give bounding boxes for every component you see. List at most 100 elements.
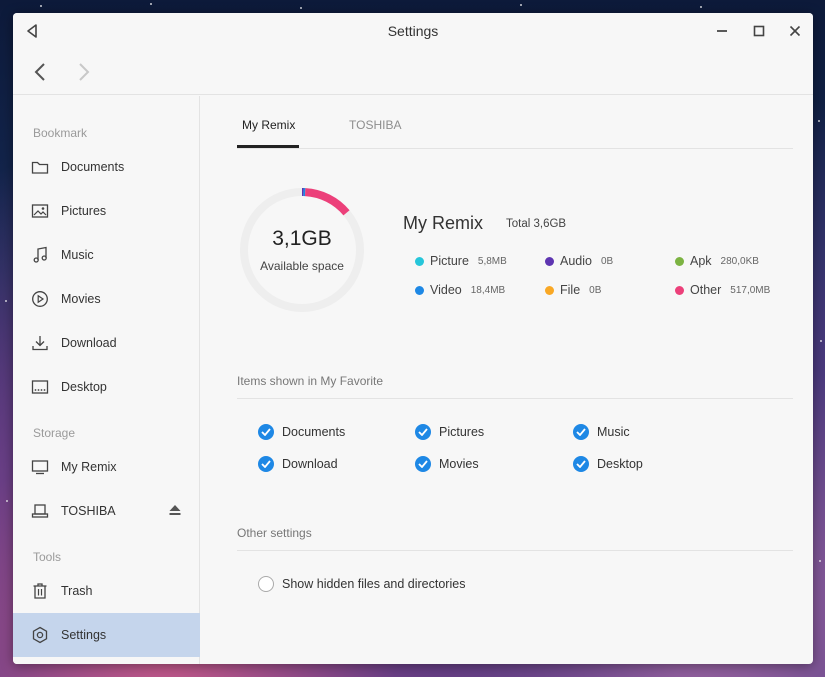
available-space-label: Available space [260, 259, 344, 273]
sidebar-item-documents[interactable]: Documents [13, 145, 200, 189]
gear-icon [31, 626, 49, 644]
sidebar-item-movies[interactable]: Movies [13, 277, 200, 321]
sidebar-item-desktop[interactable]: Desktop [13, 365, 200, 409]
maximize-button[interactable] [750, 22, 768, 40]
legend-label: File [560, 283, 581, 297]
navigation-bar [13, 49, 813, 95]
favorite-music[interactable]: Music [573, 424, 630, 440]
sidebar-item-label: Settings [61, 628, 107, 642]
available-space-value: 3,1GB [272, 227, 332, 250]
back-triangle-icon[interactable] [23, 22, 41, 40]
legend-dot [415, 256, 424, 266]
legend-audio: Audio 0B [545, 254, 613, 268]
download-icon [31, 334, 49, 352]
other-settings-title: Other settings [237, 526, 312, 540]
legend-size: 5,8MB [477, 255, 507, 267]
legend-label: Picture [430, 254, 469, 268]
eject-icon[interactable] [168, 503, 182, 517]
checkmark-icon[interactable] [258, 456, 274, 472]
legend-file: File 0B [545, 283, 601, 297]
sidebar-item-label: TOSHIBA [61, 504, 116, 518]
legend-label: Apk [690, 254, 712, 268]
settings-window: Settings Bookmark Documents Pictures Mus… [13, 13, 813, 664]
music-icon [31, 246, 49, 264]
sidebar-item-settings[interactable]: Settings [13, 613, 200, 657]
section-tools: Tools [33, 550, 62, 564]
trash-icon [31, 582, 49, 600]
close-button[interactable] [786, 22, 804, 40]
sidebar-item-download[interactable]: Download [13, 321, 200, 365]
section-storage: Storage [33, 426, 76, 440]
back-button[interactable] [29, 61, 51, 83]
legend-dot [675, 256, 684, 266]
checkmark-icon[interactable] [258, 424, 274, 440]
favorite-label: Music [597, 425, 630, 439]
ring-label: 3,1GB Available space [237, 185, 367, 315]
divider [237, 398, 793, 399]
active-tab-indicator [237, 145, 299, 148]
favorites-section-title: Items shown in My Favorite [237, 374, 384, 388]
favorite-label: Pictures [439, 425, 485, 439]
legend-apk: Apk 280,0KB [675, 254, 759, 268]
device-tabs: My Remix TOSHIBA [237, 96, 793, 149]
checkmark-icon[interactable] [573, 424, 589, 440]
favorite-label: Download [282, 457, 338, 471]
favorite-label: Movies [439, 457, 479, 471]
sidebar-item-pictures[interactable]: Pictures [13, 189, 200, 233]
favorite-desktop[interactable]: Desktop [573, 456, 643, 472]
favorite-documents[interactable]: Documents [258, 424, 345, 440]
show-hidden-files-option[interactable]: Show hidden files and directories [258, 576, 465, 592]
play-icon [31, 290, 49, 308]
sidebar-item-label: Download [61, 336, 117, 350]
tab-toshiba[interactable]: TOSHIBA [349, 118, 401, 132]
title-bar: Settings [13, 13, 813, 49]
legend-label: Other [690, 283, 722, 297]
checkmark-icon[interactable] [415, 424, 431, 440]
section-bookmark: Bookmark [33, 126, 88, 140]
sidebar-item-my-remix[interactable]: My Remix [13, 445, 200, 489]
favorite-download[interactable]: Download [258, 456, 338, 472]
legend-label: Video [430, 283, 462, 297]
sidebar-item-label: Pictures [61, 204, 107, 218]
divider [237, 550, 793, 551]
legend-other: Other 517,0MB [675, 283, 770, 297]
legend-video: Video 18,4MB [415, 283, 505, 297]
legend-dot [545, 256, 554, 266]
favorite-pictures[interactable]: Pictures [415, 424, 484, 440]
sidebar-item-music[interactable]: Music [13, 233, 200, 277]
favorite-label: Documents [282, 425, 346, 439]
monitor-icon [31, 458, 49, 476]
legend-size: 18,4MB [470, 284, 506, 296]
show-hidden-label: Show hidden files and directories [282, 577, 466, 591]
sidebar-item-label: Trash [61, 584, 93, 598]
folder-icon [31, 158, 49, 176]
tab-my-remix[interactable]: My Remix [242, 118, 295, 132]
image-icon [31, 202, 49, 220]
checkmark-icon[interactable] [573, 456, 589, 472]
legend-dot [415, 285, 424, 295]
favorite-label: Desktop [597, 457, 643, 471]
show-hidden-radio[interactable] [258, 576, 274, 592]
desktop-icon [31, 378, 49, 396]
legend-picture: Picture 5,8MB [415, 254, 507, 268]
checkmark-icon[interactable] [415, 456, 431, 472]
device-total: Total 3,6GB [506, 218, 567, 230]
sidebar-item-toshiba[interactable]: TOSHIBA [13, 489, 200, 533]
legend-dot [675, 285, 684, 295]
sidebar-item-trash[interactable]: Trash [13, 569, 200, 613]
sidebar: Bookmark Documents Pictures Music Movies… [13, 96, 200, 664]
sidebar-item-label: Movies [61, 292, 101, 306]
legend-size: 0B [589, 284, 602, 296]
legend-size: 0B [600, 255, 614, 267]
settings-main: My Remix TOSHIBA 3,1GB Available space M… [201, 96, 813, 664]
legend-label: Audio [560, 254, 592, 268]
sidebar-item-label: Music [61, 248, 94, 262]
legend-dot [545, 285, 554, 295]
window-title: Settings [387, 23, 439, 39]
forward-button[interactable] [73, 61, 95, 83]
minimize-button[interactable] [713, 22, 731, 40]
sidebar-item-label: Desktop [61, 380, 107, 394]
usb-drive-icon [31, 502, 49, 520]
favorite-movies[interactable]: Movies [415, 456, 479, 472]
legend-size: 280,0KB [720, 255, 759, 267]
